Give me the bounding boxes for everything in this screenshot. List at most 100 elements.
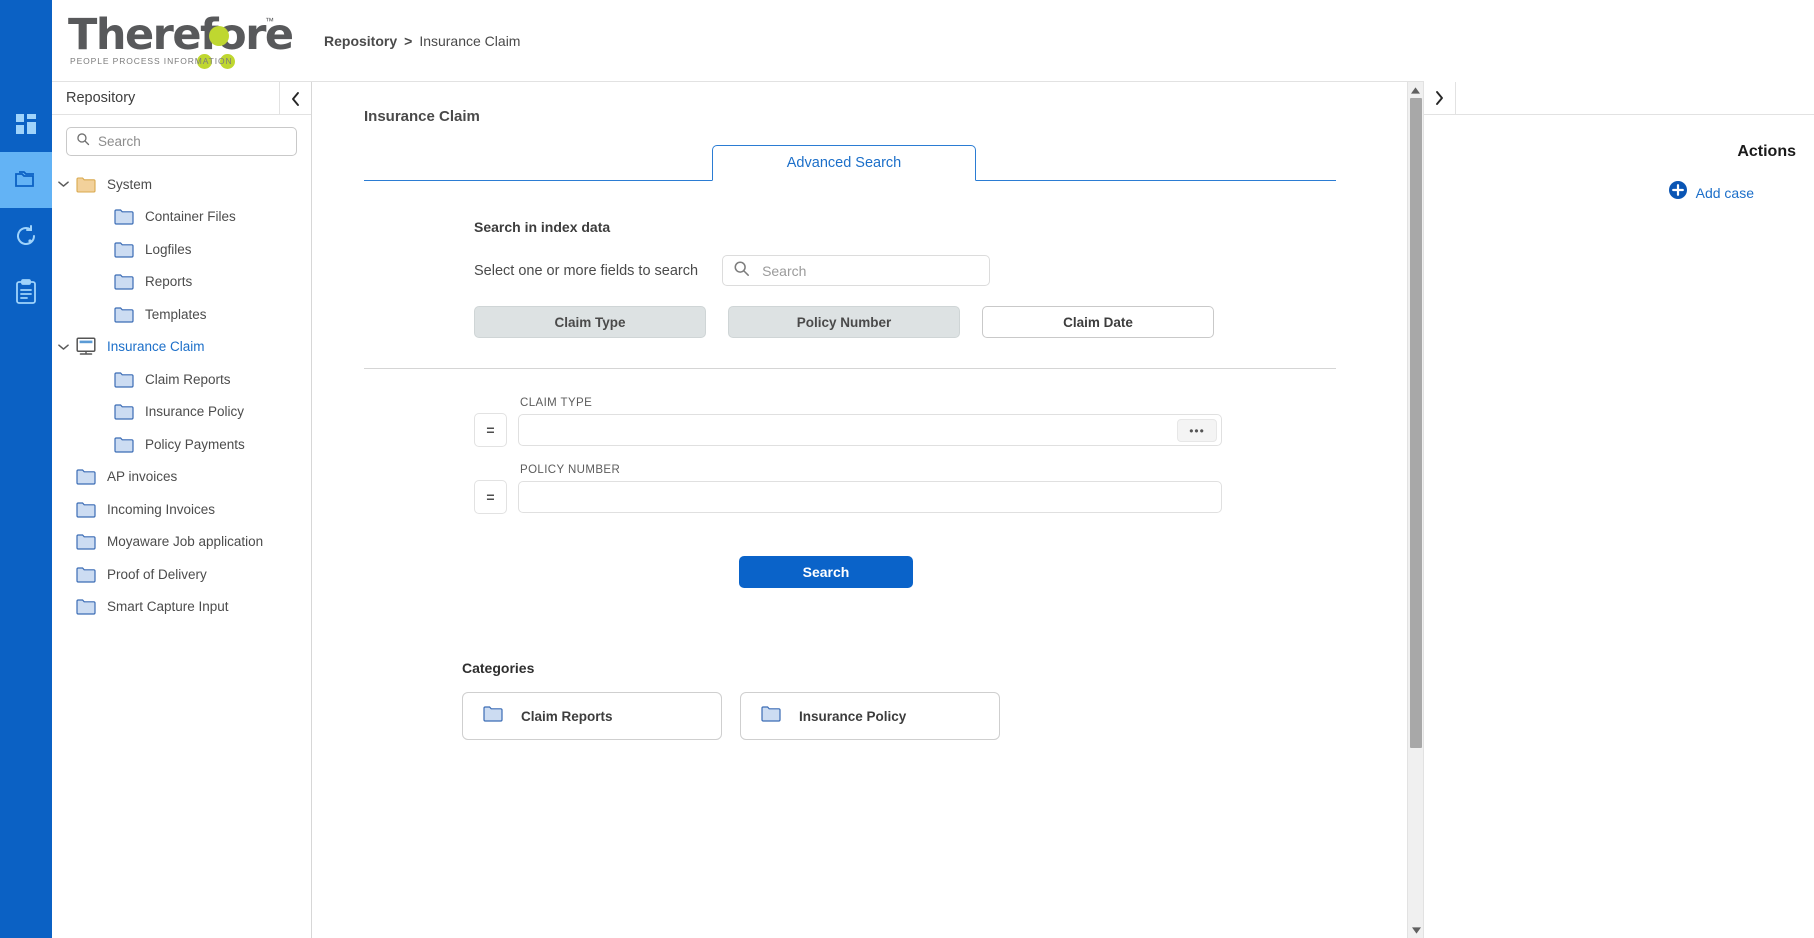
folder-icon — [112, 436, 136, 453]
folder-icon — [114, 208, 134, 225]
form-field-input[interactable] — [518, 481, 1222, 513]
folder-icon — [74, 501, 98, 518]
rail-item-workflow[interactable] — [0, 208, 52, 264]
folder-icon — [112, 208, 136, 225]
case-icon — [74, 337, 98, 356]
tree-item-label: Incoming Invoices — [107, 502, 215, 517]
breadcrumb-current[interactable]: Insurance Claim — [419, 33, 520, 49]
content-scrollbar[interactable] — [1407, 82, 1423, 938]
rail-item-tasks[interactable] — [0, 264, 52, 320]
tree-item-proof-of-delivery[interactable]: Proof of Delivery — [52, 558, 311, 591]
search-button-wrapper: Search — [474, 556, 1178, 588]
tree-item-label: Insurance Policy — [145, 404, 244, 419]
tree-item-policy-payments[interactable]: Policy Payments — [52, 428, 311, 461]
category-card-insurance-policy[interactable]: Insurance Policy — [740, 692, 1000, 740]
chevron-down-icon[interactable] — [52, 340, 74, 354]
tree-item-claim-reports[interactable]: Claim Reports — [52, 363, 311, 396]
tab-advanced-search[interactable]: Advanced Search — [712, 145, 976, 181]
tree-item-label: Container Files — [145, 209, 236, 224]
search-form: CLAIM TYPE=•••POLICY NUMBER= — [474, 397, 1423, 514]
field-chip-label: Claim Type — [554, 315, 625, 330]
form-field-claim-type: CLAIM TYPE=••• — [474, 397, 1423, 447]
form-field-input[interactable]: ••• — [518, 414, 1222, 446]
dashboard-icon — [14, 112, 38, 136]
tree-item-templates[interactable]: Templates — [52, 298, 311, 331]
advanced-search-page: Insurance Claim Advanced Search Search i… — [312, 82, 1423, 938]
tree-search-input[interactable]: Search — [66, 127, 297, 156]
breadcrumb: Repository > Insurance Claim — [312, 0, 1424, 82]
search-icon — [76, 132, 90, 151]
field-chip-claim-date[interactable]: Claim Date — [982, 306, 1214, 338]
brand-name: Therefore — [68, 12, 293, 58]
tree-item-reports[interactable]: Reports — [52, 266, 311, 299]
folder-icon — [74, 533, 98, 550]
brand-logo[interactable]: Therefore ™ PEOPLE PROCESS INFORMATION — [52, 0, 312, 82]
rail-item-dashboard[interactable] — [0, 96, 52, 152]
folder-icon — [114, 403, 134, 420]
tree-item-label: Claim Reports — [145, 372, 231, 387]
folder-icon — [483, 705, 503, 727]
tab-strip: Advanced Search — [364, 145, 1336, 181]
scroll-down-button[interactable] — [1408, 922, 1424, 938]
tree-item-label: Reports — [145, 274, 192, 289]
expand-panel-button[interactable] — [1424, 82, 1456, 115]
chevron-left-icon — [290, 91, 301, 107]
operator-button[interactable]: = — [474, 480, 507, 514]
chevron-down-icon[interactable] — [52, 177, 74, 191]
field-chip-claim-type[interactable]: Claim Type — [474, 306, 706, 338]
folder-icon — [112, 371, 136, 388]
folder-icon — [74, 468, 98, 485]
search-icon — [733, 260, 750, 282]
tree-item-ap-invoices[interactable]: AP invoices — [52, 461, 311, 494]
tree-item-label: Policy Payments — [145, 437, 245, 452]
scroll-up-button[interactable] — [1408, 82, 1423, 98]
operator-button[interactable]: = — [474, 413, 507, 447]
collapse-panel-button[interactable] — [279, 82, 311, 115]
tree-item-incoming-invoices[interactable]: Incoming Invoices — [52, 493, 311, 526]
categories-list: Claim Reports Insurance Policy — [462, 692, 1423, 740]
tree-item-insurance-claim[interactable]: Insurance Claim — [52, 331, 311, 364]
rail-item-repository[interactable] — [0, 152, 52, 208]
tree-item-system[interactable]: System — [52, 168, 311, 201]
field-search-input[interactable]: Search — [722, 255, 990, 286]
tree-panel-header: Repository — [52, 82, 311, 115]
category-card-label: Insurance Policy — [799, 709, 906, 724]
actions-title: Actions — [1424, 143, 1814, 161]
folder-system-icon — [74, 176, 98, 193]
tree-item-logfiles[interactable]: Logfiles — [52, 233, 311, 266]
field-chip-policy-number[interactable]: Policy Number — [728, 306, 960, 338]
search-submit-button[interactable]: Search — [739, 556, 913, 588]
tree-item-insurance-policy[interactable]: Insurance Policy — [52, 396, 311, 429]
folder-icon — [761, 705, 781, 727]
field-chip-label: Claim Date — [1063, 315, 1133, 330]
form-field-row: = ••• — [474, 413, 1423, 447]
field-selector-label: Select one or more fields to search — [474, 263, 698, 279]
tree-item-label: Smart Capture Input — [107, 599, 229, 614]
folder-icon — [112, 241, 136, 258]
field-search-placeholder: Search — [762, 263, 806, 279]
breadcrumb-root[interactable]: Repository — [324, 33, 397, 49]
folder-icon — [114, 273, 134, 290]
browse-ellipsis-button[interactable]: ••• — [1177, 419, 1217, 442]
field-chips: Claim Type Policy Number Claim Date — [474, 306, 1423, 338]
folder-system-icon — [76, 176, 96, 193]
tasks-icon — [14, 279, 38, 305]
tree-item-smart-capture-input[interactable]: Smart Capture Input — [52, 591, 311, 624]
actions-panel: Actions Add case — [1424, 0, 1814, 938]
brand-tagline: PEOPLE PROCESS INFORMATION — [70, 56, 233, 66]
tree-item-moyaware-job-application[interactable]: Moyaware Job application — [52, 526, 311, 559]
tab-advanced-search-label: Advanced Search — [787, 155, 901, 171]
page-title: Insurance Claim — [364, 108, 1423, 125]
scrollbar-thumb[interactable] — [1410, 98, 1422, 748]
triangle-down-icon — [1412, 927, 1421, 934]
workflow-icon — [13, 223, 39, 249]
tree-item-container-files[interactable]: Container Files — [52, 201, 311, 234]
logo-dot-icon — [209, 26, 229, 46]
folder-icon — [76, 501, 96, 518]
tree-item-label: Logfiles — [145, 242, 192, 257]
case-icon — [76, 337, 96, 356]
category-card-claim-reports[interactable]: Claim Reports — [462, 692, 722, 740]
action-add-case[interactable]: Add case — [1424, 181, 1814, 204]
brand-trademark: ™ — [265, 16, 274, 26]
folder-icon — [74, 566, 98, 583]
